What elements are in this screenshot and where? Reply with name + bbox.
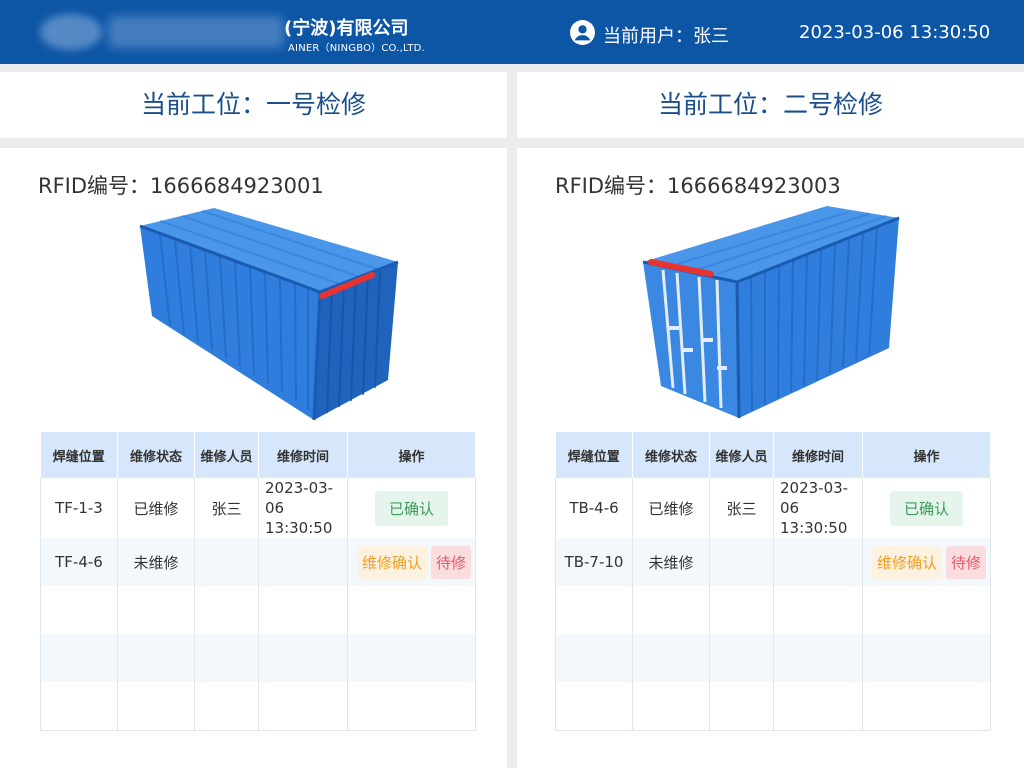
- company-logo: (宁波)有限公司 AINER（NINGBO）CO.,LTD.: [34, 8, 425, 56]
- repair-date: 2023-03-06: [780, 479, 849, 517]
- pending-repair-button[interactable]: 待修: [945, 545, 986, 579]
- col-header-time: 维修时间: [258, 432, 348, 478]
- col-header-status: 维修状态: [632, 432, 710, 478]
- container-3d-image: [642, 206, 900, 419]
- weld-position: TB-4-6: [555, 478, 633, 538]
- current-user-label: 当前用户：张三: [603, 26, 729, 47]
- repair-person: [194, 538, 259, 586]
- user-circle-icon[interactable]: [570, 20, 595, 45]
- repair-person: [709, 538, 774, 586]
- table-row-empty: [40, 634, 476, 682]
- repair-status: 未维修: [117, 538, 195, 586]
- col-header-position: 焊缝位置: [555, 432, 633, 478]
- repair-date: 2023-03-06: [265, 479, 334, 517]
- table-row: TF-4-6 未维修 维修确认 待修: [40, 538, 476, 586]
- logo-emblem: [40, 14, 102, 50]
- table-row: TF-1-3 已维修 张三 2023-03-06 13:30:50 已确认: [40, 478, 476, 538]
- col-header-person: 维修人员: [709, 432, 774, 478]
- repair-person: 张三: [709, 478, 774, 538]
- repair-confirm-button[interactable]: 维修确认: [871, 545, 942, 579]
- repair-table: 焊缝位置 维修状态 维修人员 维修时间 操作 TF-1-3 已维修 张三 202…: [40, 432, 476, 731]
- company-name-en: AINER（NINGBO）CO.,LTD.: [288, 43, 425, 54]
- pending-repair-button[interactable]: 待修: [430, 545, 471, 579]
- confirmed-button[interactable]: 已确认: [889, 490, 963, 526]
- col-header-status: 维修状态: [117, 432, 195, 478]
- station-header-2: 当前工位：二号检修: [517, 72, 1024, 138]
- repair-time: [773, 538, 863, 586]
- table-row-empty: [40, 586, 476, 634]
- station-title: 当前工位：一号检修: [140, 90, 366, 119]
- col-header-person: 维修人员: [194, 432, 259, 478]
- col-header-actions: 操作: [347, 432, 476, 478]
- table-row-empty: [40, 682, 476, 731]
- rfid-number: RFID编号：1666684923003: [555, 174, 841, 198]
- table-row-empty: [555, 586, 991, 634]
- col-header-actions: 操作: [862, 432, 991, 478]
- repair-clock: 13:30:50: [780, 519, 848, 537]
- weld-position: TB-7-10: [555, 538, 633, 586]
- col-header-time: 维修时间: [773, 432, 863, 478]
- top-bar: (宁波)有限公司 AINER（NINGBO）CO.,LTD. 当前用户：张三 2…: [0, 0, 1024, 64]
- weld-position: TF-1-3: [40, 478, 118, 538]
- repair-table: 焊缝位置 维修状态 维修人员 维修时间 操作 TB-4-6 已维修 张三 202…: [555, 432, 991, 731]
- row-actions: 已确认: [347, 478, 476, 538]
- station-header-1: 当前工位：一号检修: [0, 72, 507, 138]
- station-title: 当前工位：二号检修: [657, 90, 883, 119]
- weld-position: TF-4-6: [40, 538, 118, 586]
- table-row: TB-4-6 已维修 张三 2023-03-06 13:30:50 已确认: [555, 478, 991, 538]
- repair-status: 已维修: [632, 478, 710, 538]
- table-row: TB-7-10 未维修 维修确认 待修: [555, 538, 991, 586]
- station-panel-1: RFID编号：1666684923001 焊缝位置 维修状态 维修人员 维修时间…: [0, 148, 507, 768]
- logo-blurred-name: [108, 16, 284, 48]
- row-actions: 已确认: [862, 478, 991, 538]
- repair-confirm-button[interactable]: 维修确认: [356, 545, 427, 579]
- confirmed-button[interactable]: 已确认: [374, 490, 448, 526]
- current-datetime: 2023-03-06 13:30:50: [799, 22, 991, 43]
- repair-person: 张三: [194, 478, 259, 538]
- repair-status: 已维修: [117, 478, 195, 538]
- repair-clock: 13:30:50: [265, 519, 333, 537]
- row-actions: 维修确认 待修: [347, 538, 476, 586]
- col-header-position: 焊缝位置: [40, 432, 118, 478]
- repair-time: 2023-03-06 13:30:50: [773, 478, 863, 538]
- rfid-number: RFID编号：1666684923001: [38, 174, 324, 198]
- table-row-empty: [555, 634, 991, 682]
- station-panel-2: RFID编号：1666684923003 焊缝位置 维修状态 维修人员 维修时间…: [517, 148, 1024, 768]
- container-3d-image: [139, 208, 399, 421]
- repair-status: 未维修: [632, 538, 710, 586]
- company-name-cn: (宁波)有限公司: [284, 18, 409, 39]
- table-row-empty: [555, 682, 991, 731]
- repair-time: 2023-03-06 13:30:50: [258, 478, 348, 538]
- row-actions: 维修确认 待修: [862, 538, 991, 586]
- repair-time: [258, 538, 348, 586]
